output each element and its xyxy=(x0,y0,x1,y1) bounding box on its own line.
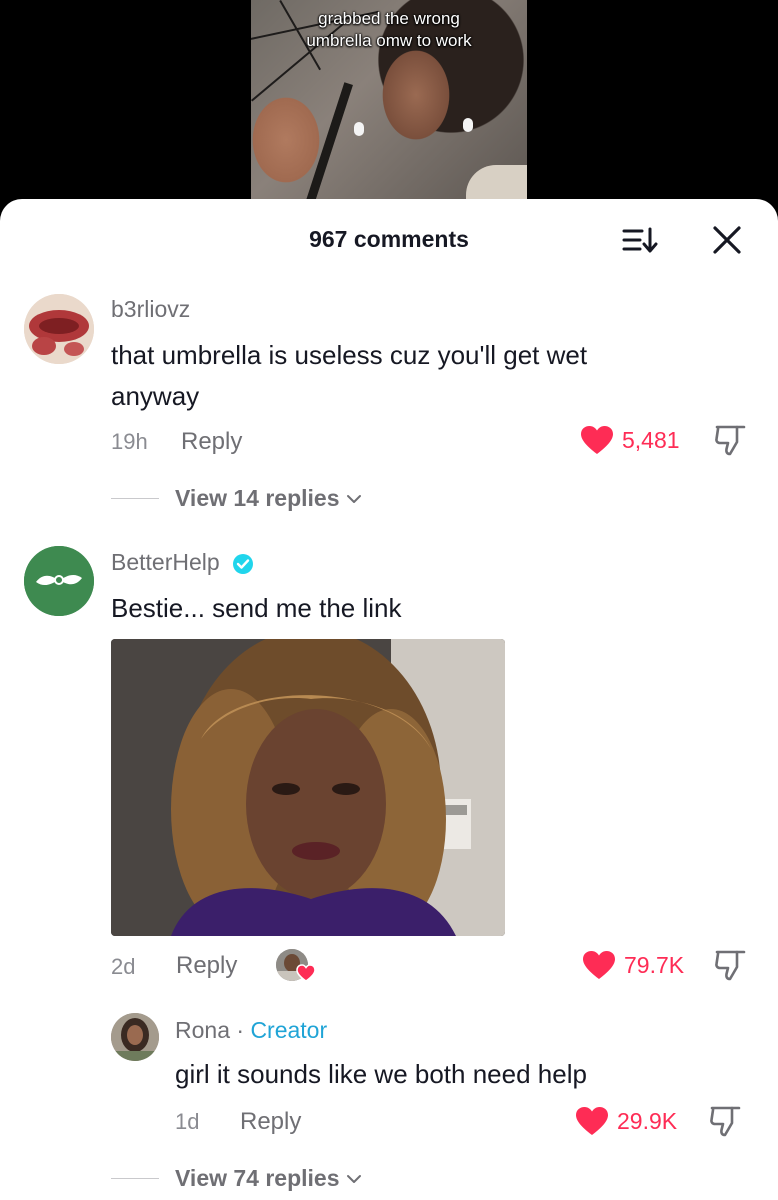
chevron-down-icon xyxy=(346,1174,361,1183)
divider-line xyxy=(111,1178,159,1179)
chevron-down-icon xyxy=(346,494,361,503)
reply-text: girl it sounds like we both need help xyxy=(175,1059,587,1089)
video-caption: grabbed the wrong umbrella omw to work xyxy=(251,8,527,52)
like-button[interactable]: 79.7K xyxy=(582,950,684,980)
heart-icon xyxy=(581,426,613,454)
comment-text: that umbrella is useless cuz you'll get … xyxy=(111,335,587,417)
betterhelp-logo-icon xyxy=(24,546,94,616)
view-replies-label: View 74 replies xyxy=(175,1165,340,1191)
username-text: BetterHelp xyxy=(111,549,220,575)
like-button[interactable]: 29.9K xyxy=(575,1106,677,1136)
video-caption-line: grabbed the wrong xyxy=(318,9,460,28)
like-count: 5,481 xyxy=(622,426,680,453)
like-button[interactable]: 5,481 xyxy=(580,425,680,455)
avatar-image xyxy=(111,1013,159,1061)
comments-count-title: 967 comments xyxy=(309,226,469,252)
reply-time: 1d xyxy=(175,1109,200,1134)
comment-text: Bestie... send me the link xyxy=(111,593,402,623)
earbud xyxy=(463,118,473,132)
comment-text-line: that umbrella is useless cuz you'll get … xyxy=(111,340,588,370)
reply-button[interactable]: Reply xyxy=(240,1108,301,1136)
view-replies-button[interactable]: View 14 replies xyxy=(111,485,362,512)
dislike-icon[interactable] xyxy=(713,422,749,458)
like-count: 29.9K xyxy=(617,1107,678,1134)
verified-badge-icon xyxy=(233,553,254,574)
avatar[interactable] xyxy=(24,294,94,364)
heart-icon xyxy=(576,1107,608,1135)
avatar[interactable] xyxy=(24,546,94,616)
view-replies-label: View 14 replies xyxy=(175,485,340,511)
avatar[interactable] xyxy=(111,1013,159,1061)
video-caption-line: umbrella omw to work xyxy=(306,31,472,50)
comments-header: 967 comments xyxy=(0,199,778,281)
like-count: 79.7K xyxy=(624,951,685,978)
avatar-image xyxy=(24,294,94,364)
comment-username[interactable]: b3rliovz xyxy=(111,296,190,323)
comment-text-line: anyway xyxy=(111,381,200,411)
comment-gif-image[interactable] xyxy=(111,639,505,936)
close-icon[interactable] xyxy=(710,223,744,257)
video-area[interactable]: grabbed the wrong umbrella omw to work xyxy=(0,0,778,215)
comment-username[interactable]: BetterHelp xyxy=(111,549,254,576)
sort-icon[interactable] xyxy=(620,224,660,256)
comments-sheet: 967 comments b3rliovz that umbrella is u… xyxy=(0,199,778,1200)
view-replies-button[interactable]: View 74 replies xyxy=(111,1165,362,1192)
creator-tag: Creator xyxy=(250,1017,328,1043)
earbud xyxy=(354,122,364,136)
reply-button[interactable]: Reply xyxy=(176,952,237,980)
heart-icon xyxy=(583,951,615,979)
umbrella-pole xyxy=(298,82,353,215)
gif-image xyxy=(111,639,505,936)
username-separator: · xyxy=(229,1017,251,1043)
dislike-icon[interactable] xyxy=(708,1103,744,1139)
comment-time: 2d xyxy=(111,954,136,979)
reply-button[interactable]: Reply xyxy=(181,428,242,456)
comment-time: 19h xyxy=(111,429,148,454)
creator-liked-heart-icon xyxy=(296,964,316,982)
divider-line xyxy=(111,498,159,499)
reply-username[interactable]: Rona xyxy=(175,1017,230,1043)
dislike-icon[interactable] xyxy=(713,947,749,983)
reply-username-row: Rona · Creator xyxy=(175,1017,327,1044)
video-thumbnail[interactable]: grabbed the wrong umbrella omw to work xyxy=(251,0,527,215)
